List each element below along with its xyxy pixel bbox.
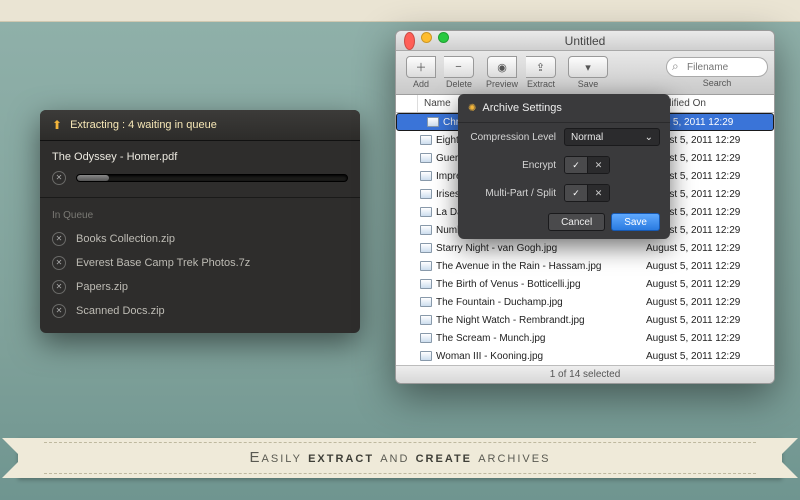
remove-queue-item-button[interactable]: ✕ (52, 304, 66, 318)
file-modified: August 5, 2011 12:29 (646, 279, 774, 290)
compression-value: Normal (571, 132, 603, 143)
encrypt-label: Encrypt (468, 160, 556, 171)
search-input[interactable] (666, 57, 768, 77)
file-name: The Avenue in the Rain - Hassam.jpg (436, 261, 601, 272)
split-label: Multi-Part / Split (468, 188, 556, 199)
file-row[interactable]: Starry Night - van Gogh.jpg August 5, 201… (396, 239, 774, 257)
toolbar: ＋Add −Delete ◉Preview ⇪Extract ▾Save Sea… (396, 51, 774, 95)
save-button[interactable]: ▾Save (564, 56, 612, 89)
traffic-lights (404, 32, 449, 50)
file-icon (420, 315, 432, 325)
file-name: The Night Watch - Rembrandt.jpg (436, 315, 585, 326)
file-icon (420, 297, 432, 307)
popover-title: Archive Settings (482, 102, 561, 114)
encrypt-toggle[interactable]: ✓✕ (564, 156, 610, 174)
queue-item-label: Scanned Docs.zip (76, 305, 165, 317)
file-icon (420, 189, 432, 199)
search-field: Search (666, 57, 768, 88)
minimize-window-button[interactable] (421, 32, 432, 43)
extraction-queue: In Queue ✕ Books Collection.zip ✕ Everest … (40, 197, 360, 333)
file-modified: August 5, 2011 12:29 (646, 297, 774, 308)
chevron-down-icon: ⌄ (645, 132, 653, 143)
current-file-name: The Odyssey - Homer.pdf (52, 151, 348, 163)
gear-icon: ✺ (468, 103, 476, 114)
file-icon (420, 135, 432, 145)
file-name: The Birth of Venus - Botticelli.jpg (436, 279, 581, 290)
add-button[interactable]: ＋Add (402, 56, 440, 89)
queue-item-label: Books Collection.zip (76, 233, 175, 245)
cancel-button[interactable]: Cancel (548, 213, 605, 231)
file-row[interactable]: Woman III - Kooning.jpg August 5, 2011 12… (396, 347, 774, 365)
close-window-button[interactable] (404, 32, 415, 50)
file-row[interactable]: The Avenue in the Rain - Hassam.jpg Augus… (396, 257, 774, 275)
file-icon (420, 153, 432, 163)
queue-heading: In Queue (52, 204, 348, 227)
queue-item-label: Everest Base Camp Trek Photos.7z (76, 257, 250, 269)
extraction-panel: ⬆ Extracting : 4 waiting in queue The Od… (40, 110, 360, 333)
cancel-current-button[interactable]: ✕ (52, 171, 66, 185)
remove-queue-item-button[interactable]: ✕ (52, 232, 66, 246)
file-icon (427, 117, 439, 127)
file-row[interactable]: The Night Watch - Rembrandt.jpg August 5,… (396, 311, 774, 329)
file-row[interactable]: The Birth of Venus - Botticelli.jpg Augus… (396, 275, 774, 293)
file-modified: August 5, 2011 12:29 (646, 261, 774, 272)
file-icon (420, 207, 432, 217)
zoom-window-button[interactable] (438, 32, 449, 43)
window-titlebar[interactable]: Untitled (396, 31, 774, 51)
extract-button[interactable]: ⇪Extract (522, 56, 560, 89)
remove-queue-item-button[interactable]: ✕ (52, 280, 66, 294)
file-row[interactable]: The Scream - Munch.jpg August 5, 2011 12:… (396, 329, 774, 347)
file-row[interactable]: The Fountain - Duchamp.jpg August 5, 2011… (396, 293, 774, 311)
status-bar: 1 of 14 selected (396, 365, 774, 383)
file-name: Woman III - Kooning.jpg (436, 351, 543, 362)
queue-item: ✕ Books Collection.zip (52, 227, 348, 251)
file-modified: August 5, 2011 12:29 (646, 243, 774, 254)
extraction-status-text: Extracting : 4 waiting in queue (70, 119, 217, 131)
file-modified: August 5, 2011 12:29 (646, 351, 774, 362)
tagline-text: Easily extract and create archives (250, 449, 551, 467)
save-settings-button[interactable]: Save (611, 213, 660, 231)
check-icon: ✓ (565, 157, 587, 173)
file-icon (420, 351, 432, 361)
extraction-current: The Odyssey - Homer.pdf ✕ (40, 141, 360, 197)
popover-header: ✺ Archive Settings (458, 94, 670, 123)
file-name: The Fountain - Duchamp.jpg (436, 297, 563, 308)
file-icon (420, 333, 432, 343)
queue-item: ✕ Scanned Docs.zip (52, 299, 348, 323)
upload-icon: ⬆ (52, 118, 62, 132)
remove-queue-item-button[interactable]: ✕ (52, 256, 66, 270)
queue-item: ✕ Everest Base Camp Trek Photos.7z (52, 251, 348, 275)
file-icon (420, 171, 432, 181)
archive-settings-popover: ✺ Archive Settings Compression Level Nor… (458, 94, 670, 239)
ribbon: Easily extract and create archives (18, 438, 782, 478)
check-icon: ✓ (565, 185, 587, 201)
compression-select[interactable]: Normal ⌄ (564, 128, 660, 146)
close-icon: ✕ (587, 157, 609, 173)
delete-button[interactable]: −Delete (440, 56, 478, 89)
file-name: Starry Night - van Gogh.jpg (436, 243, 557, 254)
extraction-header: ⬆ Extracting : 4 waiting in queue (40, 110, 360, 141)
close-icon: ✕ (587, 185, 609, 201)
page-top-edge (0, 0, 800, 22)
preview-button[interactable]: ◉Preview (482, 56, 522, 89)
file-name: The Scream - Munch.jpg (436, 333, 546, 344)
queue-item: ✕ Papers.zip (52, 275, 348, 299)
file-icon (420, 279, 432, 289)
compression-label: Compression Level (468, 132, 556, 143)
tagline-banner: Easily extract and create archives (0, 432, 800, 492)
window-title: Untitled (396, 34, 774, 48)
file-modified: August 5, 2011 12:29 (646, 333, 774, 344)
progress-bar (76, 174, 348, 182)
file-icon (420, 225, 432, 235)
split-toggle[interactable]: ✓✕ (564, 184, 610, 202)
queue-item-label: Papers.zip (76, 281, 128, 293)
file-modified: August 5, 2011 12:29 (646, 315, 774, 326)
file-icon (420, 243, 432, 253)
file-icon (420, 261, 432, 271)
